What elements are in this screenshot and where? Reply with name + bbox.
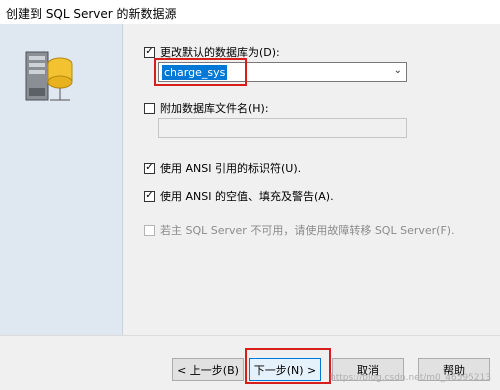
next-button[interactable]: 下一步(N) > bbox=[249, 358, 321, 381]
watermark: https://blog.csdn.net/m0_46595213 bbox=[330, 373, 492, 383]
ansi-nulls-option[interactable]: 使用 ANSI 的空值、填充及警告(A). bbox=[144, 188, 334, 204]
ansi-nulls-checkbox[interactable] bbox=[144, 190, 155, 202]
attach-db-file-label: 附加数据库文件名(H): bbox=[160, 102, 269, 115]
chevron-down-icon[interactable]: ⌄ bbox=[394, 65, 402, 76]
failover-label: 若主 SQL Server 不可用，请使用故障转移 SQL Server(F). bbox=[160, 224, 455, 237]
ansi-quoted-identifiers-label: 使用 ANSI 引用的标识符(U). bbox=[160, 162, 302, 175]
attach-db-file-option[interactable]: 附加数据库文件名(H): bbox=[144, 100, 269, 116]
dialog-window: 创建到 SQL Server 的新数据源 更改默认的数据库为(D): bbox=[0, 0, 500, 390]
ansi-nulls-label: 使用 ANSI 的空值、填充及警告(A). bbox=[160, 190, 334, 203]
failover-checkbox bbox=[144, 224, 155, 236]
title-bar: 创建到 SQL Server 的新数据源 bbox=[0, 0, 500, 24]
change-default-db-label: 更改默认的数据库为(D): bbox=[160, 46, 280, 59]
failover-option: 若主 SQL Server 不可用，请使用故障转移 SQL Server(F). bbox=[144, 222, 455, 238]
attach-db-file-checkbox[interactable] bbox=[144, 102, 155, 114]
database-select[interactable]: charge_sys ⌄ bbox=[158, 62, 407, 82]
attach-db-file-input[interactable] bbox=[158, 118, 407, 138]
change-default-db-checkbox[interactable] bbox=[144, 46, 155, 58]
database-select-value: charge_sys bbox=[162, 65, 228, 80]
change-default-db-option[interactable]: 更改默认的数据库为(D): bbox=[144, 44, 280, 60]
back-button[interactable]: < 上一步(B) bbox=[172, 358, 244, 381]
ansi-quoted-identifiers-checkbox[interactable] bbox=[144, 162, 155, 174]
dialog-content: 更改默认的数据库为(D): charge_sys ⌄ 附加数据库文件名(H): … bbox=[0, 24, 500, 335]
ansi-quoted-identifiers-option[interactable]: 使用 ANSI 引用的标识符(U). bbox=[144, 160, 301, 176]
server-database-icon bbox=[25, 51, 73, 101]
side-panel bbox=[0, 24, 123, 335]
window-title: 创建到 SQL Server 的新数据源 bbox=[6, 7, 177, 21]
